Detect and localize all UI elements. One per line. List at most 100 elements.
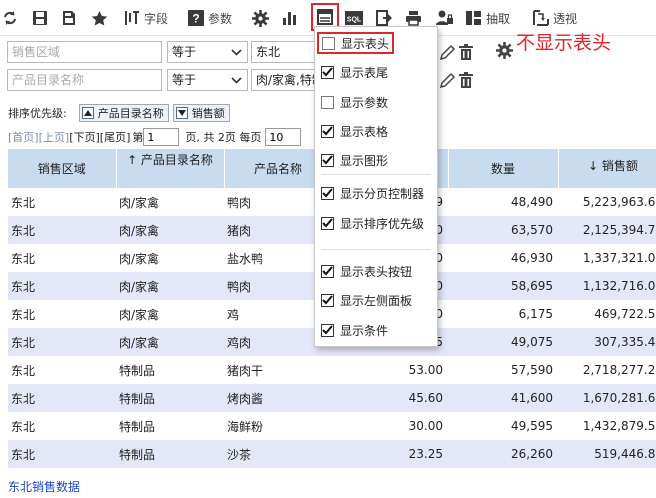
- edit-pencil-icon[interactable]: [440, 72, 455, 88]
- sort-chip-sales-label: 销售额: [191, 107, 225, 120]
- checkbox-checked-icon[interactable]: [321, 216, 334, 230]
- last-page-link[interactable]: [尾页]: [100, 129, 131, 145]
- table-cell: 海鲜粉: [227, 419, 264, 434]
- column-header[interactable]: ↓ 销售额: [558, 149, 656, 188]
- save-icon[interactable]: [32, 7, 48, 29]
- table-cell: 东北: [8, 216, 116, 244]
- checkbox-checked-icon[interactable]: [321, 293, 334, 307]
- table-cell: 东北: [8, 328, 116, 356]
- settings-gear-icon[interactable]: [252, 7, 269, 29]
- chevron-down-icon: [231, 77, 242, 84]
- filter-1-field[interactable]: 销售区域: [7, 41, 162, 63]
- prev-page-link[interactable]: [上页]: [39, 129, 70, 145]
- filter-2-field[interactable]: 产品目录名称: [7, 69, 162, 91]
- sort-chip-category-label: 产品目录名称: [97, 107, 164, 120]
- delete-trash-icon[interactable]: [459, 72, 473, 88]
- table-cell: 1,670,281.60: [558, 384, 656, 412]
- filter-2-operator-value: 等于: [172, 73, 197, 87]
- annotation-text: 不显示表头: [516, 32, 612, 54]
- menu-item-option[interactable]: 显示排序优先级: [321, 212, 424, 234]
- sort-chip-category[interactable]: 产品目录名称: [78, 104, 169, 122]
- table-cell: 45.60: [332, 384, 448, 412]
- user-permission-icon[interactable]: [436, 7, 454, 29]
- page-size-input[interactable]: [265, 128, 302, 146]
- table-cell: 东北: [8, 272, 116, 300]
- checkbox-checked-icon[interactable]: [321, 65, 334, 79]
- column-header[interactable]: ↑ 产品目录名称: [116, 149, 225, 188]
- pivot-label: 透视: [553, 11, 578, 26]
- table-cell: 沙茶: [224, 440, 332, 468]
- table-cell: 东北: [11, 195, 36, 210]
- column-header[interactable]: 数量: [448, 149, 559, 188]
- table-cell: 特制品: [119, 419, 156, 434]
- param-button[interactable]: ? 参数: [188, 7, 232, 29]
- checkbox-checked-icon[interactable]: [321, 186, 334, 200]
- next-page-link[interactable]: [下页]: [69, 129, 100, 145]
- refresh-icon[interactable]: [2, 7, 18, 29]
- first-page-link[interactable]: [首页]: [8, 129, 39, 145]
- table-cell: 519,446.85: [558, 440, 656, 468]
- table-row: 东北 特制品 猪肉干 53.00 57,590 2,718,277.25: [8, 356, 656, 384]
- extract-button[interactable]: 抽取: [465, 7, 510, 29]
- display-options-menu: 显示表头显示表尾显示参数显示表格显示图形显示分页控制器显示排序优先级显示表头按钮…: [314, 26, 438, 347]
- column-header[interactable]: 销售区域: [8, 149, 117, 188]
- menu-item-label: 显示排序优先级: [340, 216, 425, 231]
- menu-item-option[interactable]: 显示条件: [321, 319, 388, 341]
- table-cell: 5,223,963.68: [582, 195, 656, 209]
- menu-item-option[interactable]: 显示表头按钮: [321, 260, 412, 282]
- save-as-icon[interactable]: [61, 7, 77, 29]
- table-cell: 46,930: [511, 251, 553, 265]
- checkbox-checked-icon[interactable]: [321, 264, 334, 278]
- chevron-down-icon: [231, 49, 242, 56]
- menu-separator: [321, 174, 431, 175]
- table-cell: 1,337,321.05: [582, 251, 656, 265]
- pivot-button[interactable]: 透视: [533, 7, 577, 29]
- filter-2-value[interactable]: 肉/家禽,特制: [251, 69, 315, 91]
- table-cell: 63,570: [448, 216, 558, 244]
- filter-2-operator[interactable]: 等于: [167, 69, 248, 91]
- checkbox-unchecked-icon[interactable]: [321, 95, 334, 109]
- delete-trash-icon[interactable]: [459, 44, 473, 60]
- field-button[interactable]: 字段: [124, 7, 168, 29]
- menu-item-option[interactable]: 显示参数: [321, 91, 388, 113]
- table-cell: 53.00: [408, 363, 443, 377]
- favorite-star-icon[interactable]: [91, 7, 108, 29]
- checkbox-unchecked-icon[interactable]: [322, 36, 335, 50]
- checkbox-checked-icon[interactable]: [321, 124, 334, 138]
- table-cell: 东北: [11, 363, 36, 378]
- page-number-input[interactable]: [143, 128, 180, 146]
- menu-item-option[interactable]: 显示左侧面板: [321, 289, 412, 311]
- table-row: 东北特制品沙茶23.2526,260519,446.85: [8, 440, 656, 468]
- table-cell: 肉/家禽: [116, 272, 224, 300]
- menu-item-option[interactable]: 显示图形: [321, 149, 388, 171]
- menu-item-option[interactable]: 显示表头: [317, 32, 395, 54]
- sort-ascending-icon: [81, 107, 94, 119]
- sort-priority-label: 排序优先级:: [8, 107, 67, 120]
- menu-item-option[interactable]: 显示表格: [321, 120, 388, 142]
- filter-1-value[interactable]: 东北: [251, 41, 315, 63]
- table-cell: 6,175: [518, 307, 553, 321]
- edit-pencil-icon[interactable]: [440, 44, 455, 60]
- menu-item-label: 显示参数: [340, 95, 389, 110]
- table-row: 东北 特制品 烤肉酱 45.60 41,600 1,670,281.60: [8, 384, 656, 412]
- table-cell: 307,335.44: [558, 328, 656, 356]
- menu-item-option[interactable]: 显示表尾: [321, 61, 388, 83]
- pagination-bar: [首页] [上页] [下页] [尾页] 第 页, 共 2页 每页: [8, 127, 302, 147]
- filter-1-operator[interactable]: 等于: [167, 41, 248, 63]
- filter-settings-gear-icon[interactable]: [496, 42, 513, 59]
- checkbox-checked-icon[interactable]: [321, 323, 334, 337]
- table-cell: 2,125,394.70: [558, 216, 656, 244]
- menu-item-option[interactable]: 显示分页控制器: [321, 182, 424, 204]
- sql-icon-text: SQL: [347, 17, 362, 24]
- table-cell: 东北: [11, 307, 36, 322]
- table-cell: 东北: [8, 440, 116, 468]
- menu-item-label: 显示表格: [340, 124, 389, 139]
- chart-icon[interactable]: [282, 7, 298, 29]
- sort-chip-sales[interactable]: 销售额: [172, 104, 230, 122]
- svg-text:?: ?: [192, 12, 199, 26]
- table-cell: 23.25: [332, 440, 448, 468]
- checkbox-checked-icon[interactable]: [321, 153, 334, 167]
- table-cell: 41,600: [448, 384, 558, 412]
- table-cell: 特制品: [116, 440, 224, 468]
- table-cell: 49,595: [511, 419, 553, 433]
